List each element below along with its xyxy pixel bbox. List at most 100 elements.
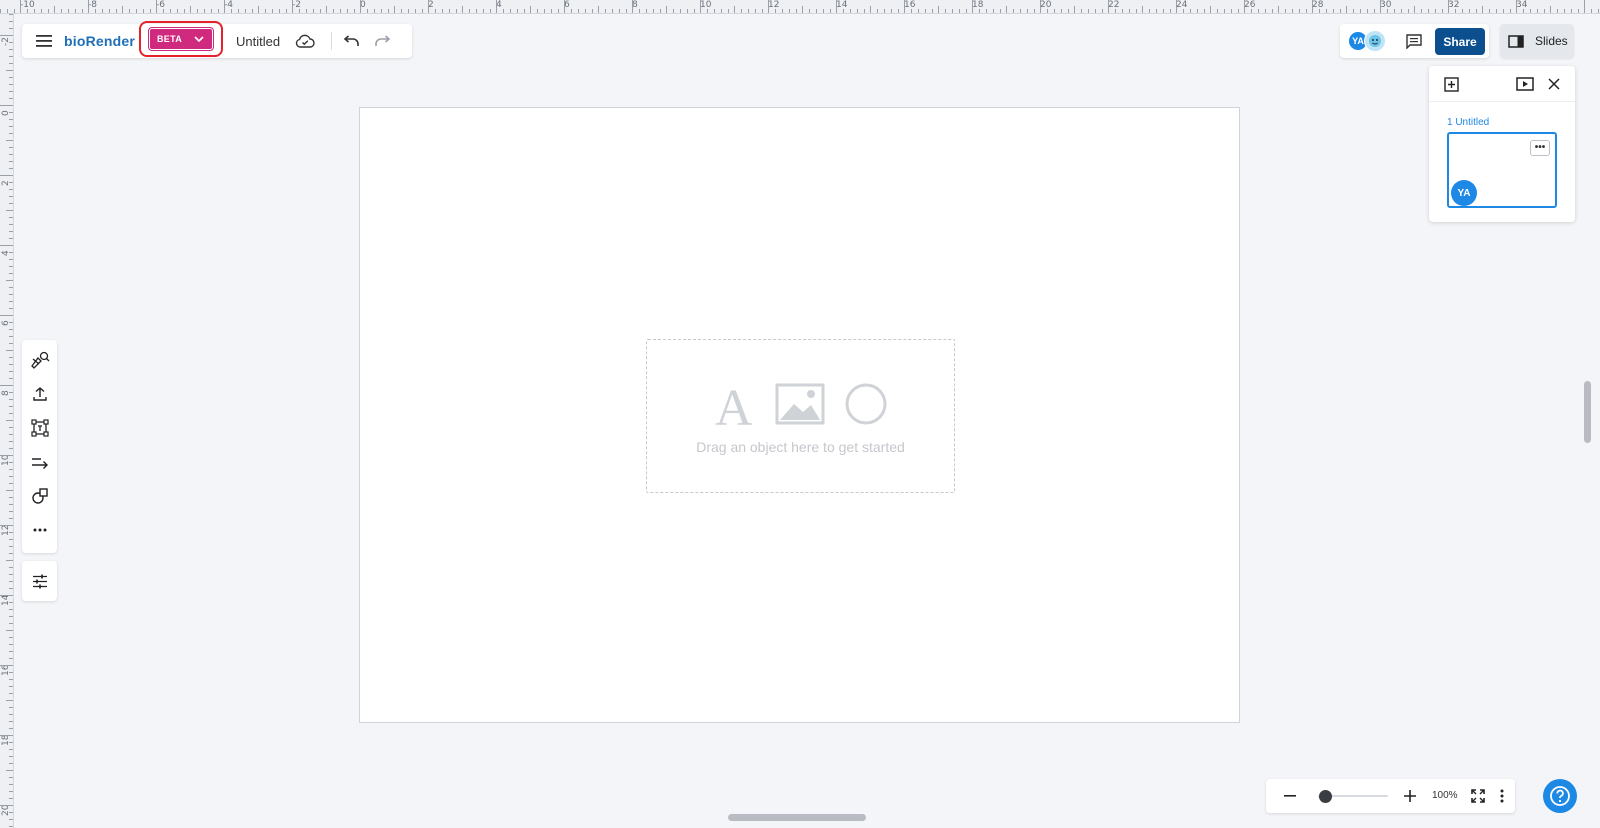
line-arrow-tool[interactable]: [28, 450, 52, 474]
ruler-tick: [210, 9, 212, 13]
text-box-tool[interactable]: [28, 416, 52, 440]
minus-icon: [1284, 795, 1296, 797]
ruler-tick: [1550, 6, 1552, 13]
ruler-tick: [9, 378, 13, 379]
ruler-tick: [1292, 9, 1293, 13]
icon-search-tool[interactable]: [28, 348, 52, 372]
ruler-tick: [9, 497, 13, 498]
ruler-tick: [435, 9, 437, 13]
ruler-tick: [782, 9, 783, 13]
ruler-tick: [1088, 9, 1089, 13]
ruler-tick: [1319, 9, 1321, 13]
ruler-tick: [0, 9, 1, 13]
undo-button[interactable]: [338, 28, 364, 54]
ruler-tick: [795, 9, 797, 13]
ruler-tick: [836, 0, 838, 13]
present-button[interactable]: [1514, 74, 1536, 94]
ruler-tick: [748, 9, 749, 13]
comments-button[interactable]: [1402, 29, 1426, 53]
ruler-tick: [999, 9, 1001, 13]
ruler-tick: [1598, 9, 1599, 13]
help-button[interactable]: [1543, 779, 1577, 813]
ruler-tick: [102, 9, 103, 13]
redo-button[interactable]: [370, 28, 396, 54]
adjust-settings-button[interactable]: [28, 569, 52, 593]
ruler-tick: [122, 6, 124, 13]
more-tools-button[interactable]: [28, 518, 52, 542]
ruler-tick: [428, 0, 430, 13]
horizontal-scrollbar[interactable]: [728, 814, 866, 821]
document-title[interactable]: Untitled: [236, 34, 280, 49]
menu-button[interactable]: [28, 25, 60, 57]
ruler-tick: [278, 9, 280, 13]
ruler-tick: [639, 9, 641, 13]
ruler-tick: [1380, 0, 1382, 13]
slides-toggle-button[interactable]: Slides: [1500, 24, 1574, 58]
app-logo[interactable]: bioRender: [64, 33, 135, 49]
ruler-tick: [1176, 0, 1178, 13]
ruler-tick: [1530, 9, 1531, 13]
ruler-tick: [9, 427, 13, 428]
ruler-tick: [1020, 9, 1021, 13]
ruler-tick: [367, 9, 369, 13]
ruler-tick: [0, 665, 13, 666]
add-slide-button[interactable]: [1441, 74, 1461, 94]
ruler-top-label: 14: [836, 0, 848, 10]
save-status-button[interactable]: [292, 28, 318, 54]
ruler-tick: [1156, 9, 1157, 13]
slide-label[interactable]: 1 Untitled: [1447, 117, 1489, 128]
ruler-tick: [6, 280, 13, 281]
ruler-tick: [0, 385, 13, 386]
vertical-scrollbar[interactable]: [1584, 381, 1591, 443]
left-tool-panel: [22, 340, 57, 553]
ruler-tick: [95, 9, 97, 13]
ruler-tick: [170, 9, 171, 13]
zoom-out-button[interactable]: [1278, 784, 1302, 808]
collaborator-avatar[interactable]: [1364, 30, 1386, 52]
fit-to-screen-button[interactable]: [1466, 784, 1490, 808]
beta-dropdown-button[interactable]: BETA: [149, 28, 213, 50]
zoom-slider-handle[interactable]: [1319, 790, 1332, 803]
shapes-tool[interactable]: [28, 484, 52, 508]
zoom-in-button[interactable]: [1398, 784, 1422, 808]
ruler-tick: [9, 581, 13, 582]
slide-more-button[interactable]: •••: [1530, 140, 1550, 156]
ruler-tick: [986, 9, 987, 13]
zoom-level[interactable]: 100%: [1432, 790, 1458, 801]
ruler-tick: [1013, 9, 1015, 13]
ruler-tick: [693, 9, 695, 13]
ruler-tick: [9, 742, 13, 743]
ruler-tick: [414, 9, 416, 13]
ruler-tick: [1373, 9, 1375, 13]
ruler-tick: [0, 175, 13, 176]
ruler-tick: [1441, 9, 1443, 13]
share-button[interactable]: Share: [1435, 28, 1485, 55]
ruler-tick: [666, 6, 668, 13]
ruler-tick: [1305, 9, 1307, 13]
ruler-tick: [9, 553, 13, 554]
ruler-tick: [707, 9, 709, 13]
slide-canvas[interactable]: A Drag an object here to get started: [359, 107, 1240, 723]
slides-panel: 1 Untitled ••• YA: [1429, 66, 1575, 222]
ruler-tick: [9, 399, 13, 400]
ruler-tick: [9, 448, 13, 449]
ruler-tick: [1400, 9, 1402, 13]
ruler-tick: [1489, 9, 1491, 13]
ruler-tick: [244, 9, 246, 13]
ruler-tick: [9, 182, 13, 183]
zoom-more-button[interactable]: [1492, 784, 1512, 808]
close-panel-button[interactable]: [1544, 74, 1564, 94]
ruler-left: -2 0 2 4 6 8 10 12 14 16 18 20: [0, 14, 14, 828]
ruler-tick: [136, 9, 137, 13]
ruler-tick: [1326, 9, 1327, 13]
toolbar-divider: [331, 32, 332, 50]
plus-icon: [1404, 790, 1416, 802]
slide-thumbnail[interactable]: ••• YA: [1447, 132, 1557, 208]
ruler-top-label: 18: [972, 0, 984, 10]
drop-zone[interactable]: A Drag an object here to get started: [646, 339, 955, 493]
upload-tool[interactable]: [28, 382, 52, 406]
ruler-top-label: 22: [1108, 0, 1120, 10]
ruler-tick: [1387, 9, 1389, 13]
ruler-tick: [13, 9, 15, 13]
ruler-tick: [312, 9, 314, 13]
